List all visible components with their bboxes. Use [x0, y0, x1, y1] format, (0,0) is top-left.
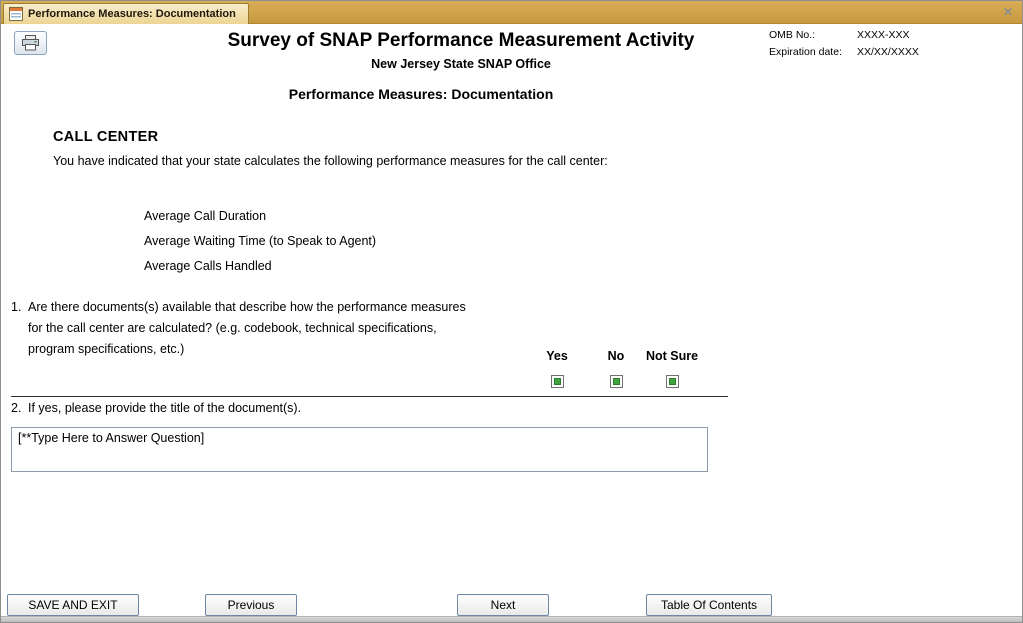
question-1-number: 1. [11, 297, 28, 360]
yes-checkbox[interactable] [551, 375, 564, 388]
omb-number-label: OMB No.: [769, 27, 855, 44]
option-column-no: No [594, 349, 638, 393]
not-sure-checkbox[interactable] [666, 375, 679, 388]
measures-list: Average Call Duration Average Waiting Ti… [144, 204, 376, 279]
tab-title: Performance Measures: Documentation [28, 8, 236, 20]
no-checkbox[interactable] [610, 375, 623, 388]
previous-button[interactable]: Previous [205, 594, 297, 616]
q2-answer-input[interactable]: [**Type Here to Answer Question] [11, 427, 708, 472]
option-column-not-sure: Not Sure [637, 349, 707, 393]
not-sure-label: Not Sure [637, 349, 707, 363]
omb-block: OMB No.: XXXX-XXX Expiration date: XX/XX… [769, 27, 919, 61]
close-icon[interactable]: ✕ [1003, 5, 1013, 19]
section-intro: You have indicated that your state calcu… [53, 154, 608, 168]
form-icon [9, 7, 23, 21]
question-2-text: If yes, please provide the title of the … [28, 401, 301, 415]
option-column-yes: Yes [533, 349, 581, 393]
table-of-contents-button[interactable]: Table Of Contents [646, 594, 772, 616]
question-2-number: 2. [11, 401, 28, 415]
expiration-value: XX/XX/XXXX [857, 44, 919, 61]
next-button[interactable]: Next [457, 594, 549, 616]
access-window: Performance Measures: Documentation ✕ Su… [0, 0, 1023, 623]
measure-item: Average Waiting Time (to Speak to Agent) [144, 229, 376, 254]
tab-performance-measures[interactable]: Performance Measures: Documentation [3, 3, 249, 24]
section-heading: CALL CENTER [53, 129, 158, 145]
question-1: 1. Are there documents(s) available that… [11, 297, 473, 360]
expiration-label: Expiration date: [769, 44, 855, 61]
no-label: No [594, 349, 638, 363]
page-title: Performance Measures: Documentation [1, 86, 841, 102]
separator-line [11, 396, 728, 397]
question-2: 2. If yes, please provide the title of t… [11, 401, 611, 415]
window-bottom-edge [1, 616, 1022, 622]
omb-number-value: XXXX-XXX [857, 27, 919, 44]
measure-item: Average Call Duration [144, 204, 376, 229]
yes-label: Yes [533, 349, 581, 363]
measure-item: Average Calls Handled [144, 254, 376, 279]
not-sure-checkbox-fill [669, 378, 676, 385]
tab-bar: Performance Measures: Documentation ✕ [1, 1, 1022, 24]
no-checkbox-fill [613, 378, 620, 385]
yes-checkbox-fill [554, 378, 561, 385]
question-1-text: Are there documents(s) available that de… [28, 297, 473, 360]
save-and-exit-button[interactable]: SAVE AND EXIT [7, 594, 139, 616]
